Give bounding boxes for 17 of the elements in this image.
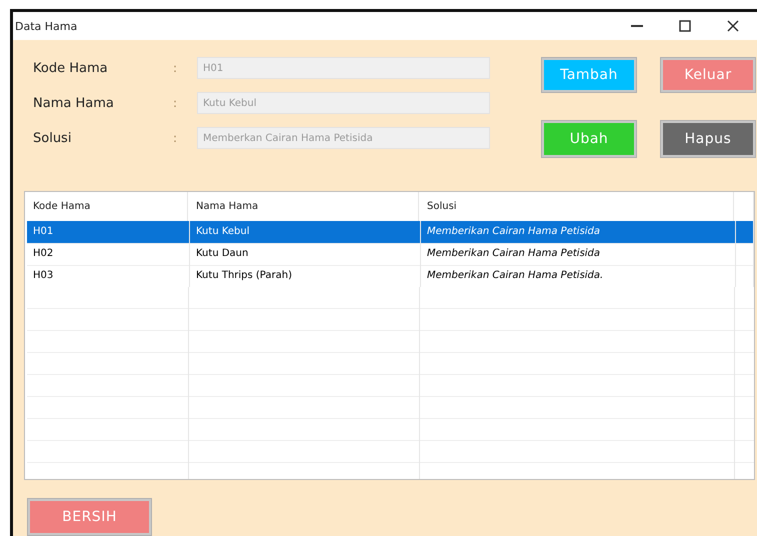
colon-text: : (173, 61, 178, 75)
close-icon[interactable] (727, 20, 739, 32)
input-field[interactable]: Memberkan Cairan Hama Petisida (197, 127, 490, 149)
action-button[interactable]: Keluar (660, 57, 756, 93)
field-label: Kode Hama (33, 60, 109, 76)
action-button[interactable]: Hapus (660, 120, 756, 158)
colon-text: : (173, 131, 178, 145)
maximize-icon[interactable] (679, 20, 691, 32)
window-title: Data Hama (15, 20, 78, 32)
field-label: Solusi (33, 130, 72, 146)
action-button[interactable]: BERSIH (27, 498, 152, 536)
table-row[interactable]: H02 Kutu Daun Memberikan Cairan Hama Petisida (27, 242, 754, 265)
input-field[interactable]: Kutu Kebul (197, 92, 490, 114)
colon-text: : (173, 96, 178, 110)
table-row[interactable]: H01 Kutu Kebul Memberikan Cairan Hama Petisida (27, 220, 754, 243)
field-label: Nama Hama (33, 96, 115, 110)
input-field[interactable]: H01 (197, 57, 490, 79)
